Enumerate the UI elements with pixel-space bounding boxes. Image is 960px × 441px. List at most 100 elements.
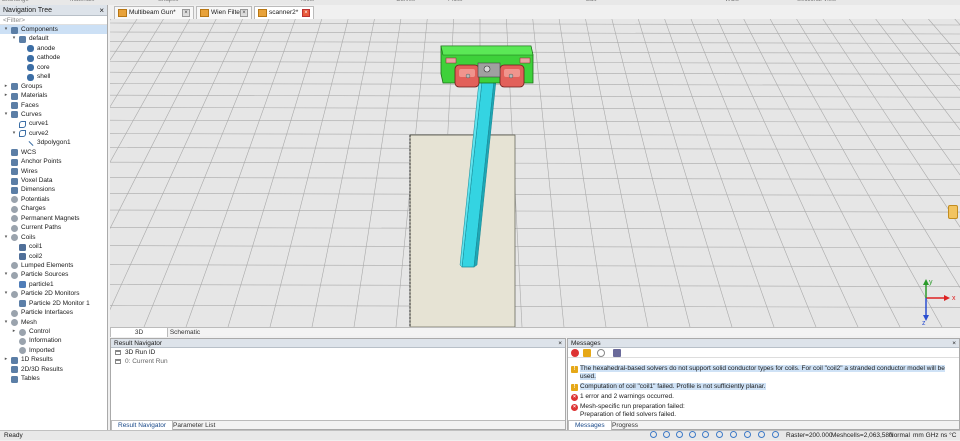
tree-item-wcs[interactable]: WCS <box>0 148 107 157</box>
info-filter-icon[interactable] <box>597 349 605 357</box>
tree-item-lumped-elements[interactable]: Lumped Elements <box>0 261 107 270</box>
tree-item-information[interactable]: Information <box>0 336 107 345</box>
3d-scene[interactable]: x y z <box>110 19 960 327</box>
folder-icon <box>11 186 18 194</box>
collapse-icon[interactable]: ▾ <box>11 129 17 138</box>
folder-icon <box>11 366 18 374</box>
close-icon[interactable]: × <box>558 339 562 348</box>
tab-parameter-list[interactable]: Parameter List <box>167 421 221 430</box>
tree-item-default[interactable]: ▾ default <box>0 34 107 43</box>
tree-item-anode[interactable]: anode <box>0 44 107 53</box>
collapse-icon[interactable]: ▾ <box>11 34 17 43</box>
tree-item-particle-2d-monitor-1[interactable]: Particle 2D Monitor 1 <box>0 299 107 308</box>
tree-item-particle-interfaces[interactable]: Particle Interfaces <box>0 308 107 317</box>
collapse-icon[interactable]: ▾ <box>3 289 9 298</box>
tree-item-current-paths[interactable]: Current Paths <box>0 223 107 232</box>
tree-item-tables[interactable]: Tables <box>0 374 107 383</box>
tree-item-potentials[interactable]: Potentials <box>0 195 107 204</box>
tab-result-navigator[interactable]: Result Navigator <box>111 421 174 430</box>
grid-view-icon[interactable] <box>772 431 779 438</box>
rotate-icon[interactable] <box>676 431 683 438</box>
expand-icon[interactable]: ▸ <box>3 91 9 100</box>
run-label: 3D Run ID <box>125 349 156 356</box>
tree-item-faces[interactable]: Faces <box>0 101 107 110</box>
close-icon[interactable]: × <box>99 5 104 16</box>
expand-icon[interactable]: ▸ <box>11 327 17 336</box>
message-item[interactable]: × Mesh-specific run preparation failed: Pr… <box>568 403 959 419</box>
tree-item-shell[interactable]: shell <box>0 72 107 81</box>
pan-icon[interactable] <box>663 431 670 438</box>
lock-icon[interactable] <box>948 205 958 219</box>
tree-item-materials[interactable]: ▸ Materials <box>0 91 107 100</box>
tree-item-coils[interactable]: ▾ Coils <box>0 233 107 242</box>
tree-item-curve2[interactable]: ▾ curve2 <box>0 129 107 138</box>
close-tab-icon[interactable]: × <box>182 9 190 17</box>
message-item[interactable]: × 1 error and 2 warnings occurred. <box>568 393 959 401</box>
camera-icon[interactable] <box>730 431 737 438</box>
folder-icon <box>19 35 26 43</box>
tree-item-curves[interactable]: ▾ Curves <box>0 110 107 119</box>
message-item[interactable]: ! Computation of coil "coil1" failed. Pro… <box>568 383 959 391</box>
gear-icon <box>11 319 18 327</box>
tree-item-anchor-points[interactable]: Anchor Points <box>0 157 107 166</box>
tab-progress[interactable]: Progress <box>606 421 644 430</box>
tree-item-core[interactable]: core <box>0 63 107 72</box>
tree-item-label: Particle Interfaces <box>21 309 74 317</box>
tree-item-imported[interactable]: Imported <box>0 346 107 355</box>
tree-item-voxel-data[interactable]: Voxel Data <box>0 176 107 185</box>
tree-item-1d-results[interactable]: ▸ 1D Results <box>0 355 107 364</box>
zoom-area-icon[interactable] <box>689 431 696 438</box>
tree-item-particle-sources[interactable]: ▾ Particle Sources <box>0 270 107 279</box>
tree-item-dimensions[interactable]: Dimensions <box>0 185 107 194</box>
tree-item-control[interactable]: ▸ Control <box>0 327 107 336</box>
doc-tab-wien-filter[interactable]: Wien Filter* × <box>196 6 252 19</box>
message-item[interactable]: ! The hexahedral-based solvers do not sup… <box>568 365 959 381</box>
collapse-icon[interactable]: ▾ <box>3 233 9 242</box>
tree-item-cathode[interactable]: cathode <box>0 53 107 62</box>
tree-item-2d-3d-results[interactable]: 2D/3D Results <box>0 365 107 374</box>
run-row[interactable]: 0: Current Run <box>111 357 565 366</box>
mesh-view-icon[interactable] <box>758 431 765 438</box>
tree-item-label: 3dpolygon1 <box>37 139 71 147</box>
tree-item-permanent-magnets[interactable]: Permanent Magnets <box>0 214 107 223</box>
close-tab-icon[interactable]: × <box>240 9 248 17</box>
run-id-header[interactable]: 3D Run ID <box>111 348 565 357</box>
close-icon[interactable]: × <box>952 339 956 348</box>
close-tab-icon[interactable]: × <box>302 9 310 17</box>
collapse-icon[interactable]: ▾ <box>3 110 9 119</box>
collapse-icon[interactable]: ▾ <box>3 318 9 327</box>
tree-item-components[interactable]: ▾ Components <box>0 25 107 35</box>
view-options-icon[interactable] <box>716 431 723 438</box>
collapse-icon[interactable]: ▾ <box>3 25 9 34</box>
tab-schematic[interactable]: Schematic <box>156 328 214 337</box>
display-settings-icon[interactable] <box>744 431 751 438</box>
tree-item-label: core <box>37 63 50 71</box>
solid-icon <box>27 73 34 81</box>
tree-item-mesh[interactable]: ▾ Mesh <box>0 318 107 327</box>
warning-icon: ! <box>571 366 578 373</box>
tree-item-coil1[interactable]: coil1 <box>0 242 107 251</box>
tree-item-coil2[interactable]: coil2 <box>0 252 107 261</box>
shell-solid[interactable] <box>409 134 516 327</box>
clear-messages-icon[interactable] <box>613 349 621 357</box>
result-navigator-panel: Result Navigator × 3D Run ID 0: Current R… <box>110 338 566 430</box>
warning-filter-icon[interactable] <box>583 349 591 357</box>
tree-item-curve1[interactable]: curve1 <box>0 119 107 128</box>
expand-icon[interactable]: ▸ <box>3 355 9 364</box>
tree-filter-input[interactable]: <Filter> <box>0 16 107 25</box>
tree-item-charges[interactable]: Charges <box>0 204 107 213</box>
3d-viewport[interactable]: x y z <box>110 19 960 327</box>
tree-item-particle1[interactable]: particle1 <box>0 280 107 289</box>
doc-tab-scanner2[interactable]: scanner2* × <box>254 6 314 19</box>
tree-item-3dpolygon1[interactable]: 3dpolygon1 <box>0 138 107 147</box>
zoom-icon[interactable] <box>650 431 657 438</box>
expand-icon[interactable]: ▸ <box>3 82 9 91</box>
tree-item-groups[interactable]: ▸ Groups <box>0 82 107 91</box>
warning-icon: ! <box>571 384 578 391</box>
doc-tab-multibeam-gun[interactable]: Multibeam Gun* × <box>114 6 194 19</box>
tree-item-particle-2d-monitors[interactable]: ▾ Particle 2D Monitors <box>0 289 107 298</box>
fit-view-icon[interactable] <box>702 431 709 438</box>
tree-item-wires[interactable]: Wires <box>0 167 107 176</box>
error-filter-icon[interactable] <box>571 349 579 357</box>
collapse-icon[interactable]: ▾ <box>3 270 9 279</box>
